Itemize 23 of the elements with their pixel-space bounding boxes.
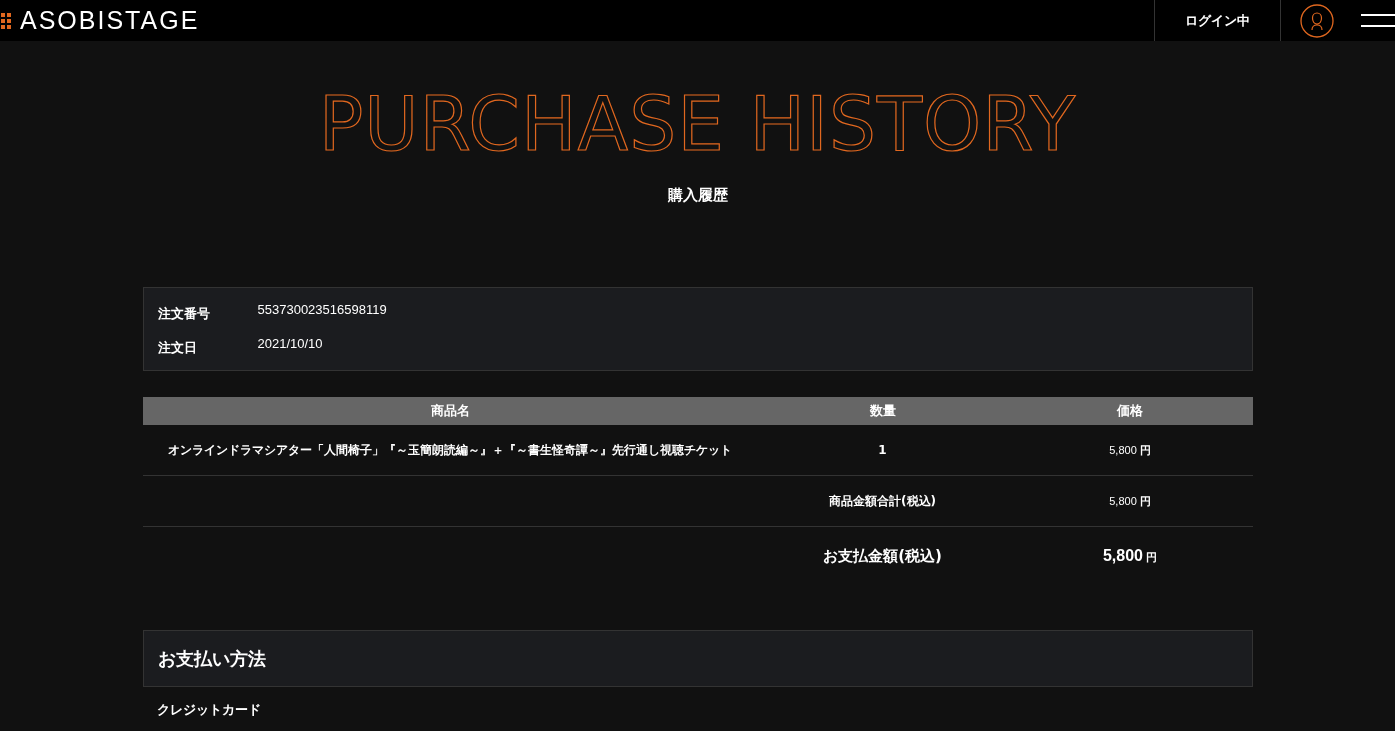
quantity-text: 1	[878, 443, 887, 457]
page-subtitle: 購入履歴	[666, 185, 729, 205]
column-header: 商品名	[142, 397, 758, 425]
logo-text[interactable]: ASOBISTAGE	[20, 6, 200, 35]
page-title: PURCHASE HISTORY	[317, 85, 1078, 163]
payment-method-text: クレジットカード	[156, 701, 262, 719]
info-label: 注文日	[157, 339, 198, 357]
info-value: 553730023516598119	[257, 301, 388, 319]
user-icon[interactable]	[1300, 3, 1334, 38]
price-text: 5,800 円	[1109, 493, 1151, 509]
total-label: お支払金額(税込)	[823, 546, 942, 566]
grid-icon[interactable]	[1, 12, 11, 29]
column-header: 価格	[1007, 397, 1253, 425]
info-value: 2021/10/10	[257, 335, 324, 353]
column-header: 数量	[757, 397, 1008, 425]
login-status-text[interactable]: ログイン中	[1154, 0, 1281, 41]
price-text: 5,800 円	[1109, 442, 1151, 458]
menu-icon[interactable]	[1361, 13, 1395, 28]
product-name: オンラインドラマシアター「人間椅子」『～玉簡朗読編～』＋『～書生怪奇譚～』先行通し視聴チケット	[168, 441, 732, 459]
subtotal-label: 商品金額合計(税込)	[829, 492, 936, 510]
info-label: 注文番号	[157, 305, 211, 323]
payment-heading: お支払い方法	[157, 646, 266, 671]
price-text: 5,800 円	[1102, 547, 1157, 565]
